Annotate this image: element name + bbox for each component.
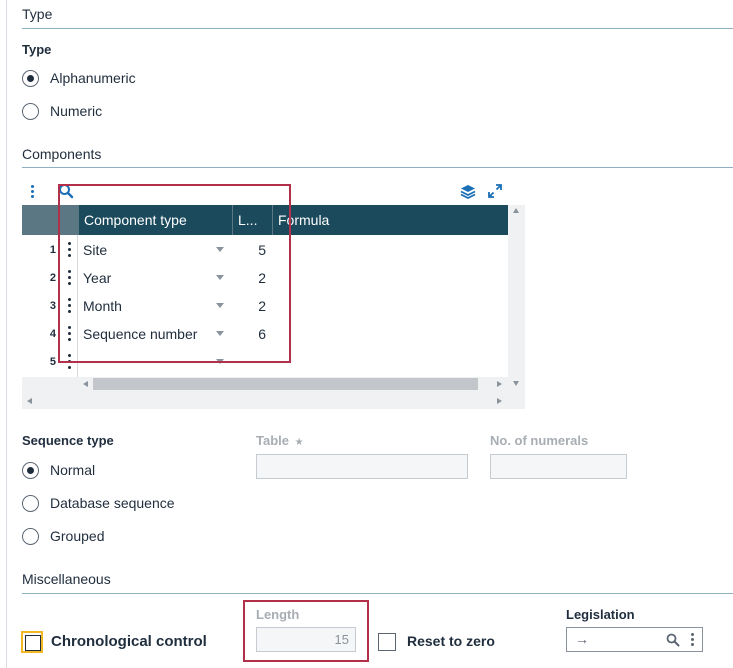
outer-scroll-right-arrow-icon[interactable] [497,398,502,404]
chronological-control-label: Chronological control [51,633,207,650]
table-label: Table ★ [256,433,304,448]
section-title-components: Components [22,146,102,162]
legislation-input[interactable]: → [566,627,703,652]
scroll-up-arrow-icon[interactable] [513,208,519,213]
legislation-arrow-icon[interactable]: → [575,631,589,647]
radio-label: Grouped [50,528,105,544]
reset-to-zero-label: Reset to zero [407,633,495,649]
row-number: 4 [49,328,56,340]
table-input[interactable] [256,454,468,479]
layers-icon[interactable] [459,183,477,201]
grid-actions-menu-icon[interactable] [27,184,37,200]
radio-unchecked-icon[interactable] [22,527,39,545]
row-number: 5 [49,356,56,368]
radio-grouped[interactable]: Grouped [22,526,104,546]
section-rule [22,593,733,594]
section-title-miscellaneous: Miscellaneous [22,571,111,587]
radio-normal[interactable]: Normal [22,460,95,480]
left-border [6,0,7,668]
radio-unchecked-icon[interactable] [22,102,39,120]
sequence-type-label: Sequence type [22,433,114,448]
legislation-label: Legislation [566,607,635,622]
type-field-label: Type [22,42,52,57]
row-number: 2 [49,272,56,284]
section-title-type: Type [22,6,53,22]
section-rule [22,28,733,29]
radio-label: Alphanumeric [50,70,136,86]
radio-checked-icon[interactable] [22,69,39,87]
radio-database-sequence[interactable]: Database sequence [22,493,175,513]
scroll-down-arrow-icon[interactable] [513,381,519,386]
expand-icon[interactable] [487,183,503,199]
radio-alphanumeric[interactable]: Alphanumeric [22,68,136,88]
row-number: 1 [49,244,56,256]
numerals-input[interactable] [490,454,627,479]
reset-to-zero-checkbox[interactable] [378,633,396,651]
radio-label: Numeric [50,103,103,119]
radio-checked-icon[interactable] [22,461,39,479]
radio-label: Normal [50,462,96,478]
column-header-formula[interactable]: Formula [272,205,508,235]
length-label: Length [256,607,300,622]
table-label-text: Table [256,433,289,448]
row-number: 3 [49,300,56,312]
scroll-left-arrow-icon[interactable] [83,381,88,387]
required-star-icon: ★ [294,437,304,448]
highlight-annotation-grid [58,184,291,363]
outer-scroll-left-arrow-icon[interactable] [27,398,32,404]
length-input[interactable]: 15 [256,627,356,652]
radio-unchecked-icon[interactable] [22,494,39,512]
numerals-label: No. of numerals [490,433,589,448]
radio-numeric[interactable]: Numeric [22,101,102,121]
legislation-search-icon[interactable] [666,633,680,647]
horizontal-scrollbar[interactable] [93,378,478,390]
chronological-control-checkbox[interactable] [21,631,43,653]
scroll-right-arrow-icon[interactable] [497,381,502,387]
radio-label: Database sequence [50,495,175,511]
section-rule [22,167,733,168]
length-value: 15 [334,632,349,647]
legislation-menu-icon[interactable] [691,633,695,647]
